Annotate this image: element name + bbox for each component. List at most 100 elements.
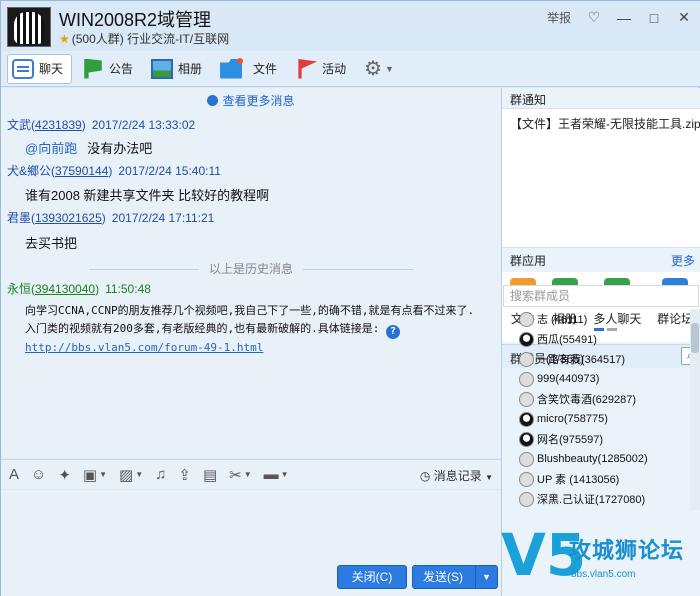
sender-name[interactable]: 君墨 [7, 211, 31, 225]
group-avatar[interactable] [7, 7, 51, 47]
present-icon[interactable]: ▤ [203, 466, 217, 484]
message-record-button[interactable]: ◷ 消息记录 ▼ [420, 467, 493, 484]
message-record-label: 消息记录 [433, 469, 482, 483]
mention[interactable]: @向前跑 [25, 141, 77, 156]
member-search-input[interactable]: 搜索群成员 [503, 285, 699, 307]
avatar [519, 351, 534, 367]
tab-album[interactable]: 相册 [147, 54, 210, 84]
tab-files[interactable]: 文件 [216, 54, 285, 84]
help-icon[interactable]: ? [385, 325, 400, 339]
gear-icon[interactable]: ⚙ [364, 56, 382, 81]
maximize-icon[interactable]: □ [647, 10, 661, 26]
avatar [519, 491, 534, 507]
new-dot-icon [237, 57, 244, 64]
sender-qq[interactable]: 394130040 [35, 282, 95, 296]
tab-activity[interactable]: 活动 [291, 54, 354, 84]
sender-name[interactable]: 永恒 [7, 282, 31, 296]
message-time: 2017/2/24 13:33:02 [91, 118, 196, 132]
font-icon[interactable]: A [9, 466, 19, 483]
watermark-logo: V5 攻城狮论坛 bbs.vlan5.com [499, 521, 700, 596]
list-item[interactable]: 含笑饮毒酒(629287) [501, 389, 691, 409]
message-time: 2017/2/24 17:11:21 [111, 211, 215, 225]
message-time: 11:50:48 [105, 282, 151, 296]
more-messages-link[interactable]: 查看更多消息 [1, 92, 501, 109]
message-text-line2-row: 入门类的视频就有200多套,有老版经典的,也有最新破解的.具体链接是: ? [25, 320, 495, 339]
message-header: 犬&鄉公(37590144) 2017/2/24 15:40:11 [7, 164, 221, 178]
list-item[interactable]: 999(440973) [501, 369, 691, 389]
list-item[interactable]: UP 素 (1413056) [501, 469, 691, 489]
list-item[interactable]: 深黑.己认证(1727080) [501, 489, 691, 509]
magic-wand-icon[interactable]: ✦ [58, 466, 71, 484]
scissors-icon[interactable]: ✂ ▼ [229, 466, 252, 484]
group-title: WIN2008R2域管理 [59, 10, 212, 30]
sender-qq[interactable]: 4231839 [35, 118, 82, 132]
list-item[interactable]: 志 (46111) [501, 309, 691, 329]
report-button[interactable]: 举报 [547, 9, 571, 26]
member-name: 西瓜(55491) [537, 334, 597, 346]
image-icon[interactable]: ▨ ▼ [119, 466, 143, 484]
tab-files-label: 文件 [253, 62, 278, 76]
message-text-line1: 向学习CCNA,CCNP的朋友推荐几个视频吧,我自己下了一些,的确不错,就是有点… [25, 304, 475, 317]
member-list[interactable]: 志 (46111) 西瓜(55491) 一路有我(364517) 999(440… [501, 309, 691, 510]
gift-box-icon[interactable]: ▣ ▼ [83, 466, 107, 484]
list-item[interactable]: micro(758775) [501, 409, 691, 429]
chat-bubble-icon [12, 58, 34, 79]
star-icon: ★ [59, 32, 70, 46]
clock-icon [207, 95, 219, 106]
member-name: 网名(975597) [537, 434, 604, 446]
input-toolbar: A ☺ ✦ ▣ ▼ ▨ ▼ ♫ ⇪ ▤ ✂ ▼ ▬ ▼ ◷ 消息记录 ▼ [1, 459, 501, 489]
group-subtitle: ★ (500人群) 行业交流-IT/互联网 [59, 30, 229, 47]
chevron-down-icon[interactable]: ▼ [385, 64, 394, 74]
group-subtitle-text: (500人群) 行业交流-IT/互联网 [71, 32, 230, 46]
notice-item[interactable]: 【文件】王者荣耀-无限技能工具.zip [510, 115, 700, 132]
avatar [519, 411, 534, 427]
message-header: 君墨(1393021625) 2017/2/24 17:11:21 [7, 211, 215, 225]
sender-qq[interactable]: 37590144 [55, 164, 108, 178]
event-flag-icon [295, 58, 318, 79]
member-list-scrollbar[interactable] [690, 309, 700, 510]
skin-icon[interactable]: ♡ [587, 9, 601, 26]
photo-icon [151, 58, 174, 79]
message-body: @向前跑 没有办法吧 [25, 138, 152, 157]
list-item[interactable]: 一路有我(364517) [501, 349, 691, 369]
message-body: 向学习CCNA,CCNP的朋友推荐几个视频吧,我自己下了一些,的确不错,就是有点… [25, 302, 495, 357]
clock-icon: ◷ [419, 469, 434, 483]
list-item[interactable]: Blushbeauty(1285002) [501, 449, 691, 469]
sender-qq[interactable]: 1393021625 [35, 211, 102, 225]
minimize-icon[interactable]: — [617, 10, 631, 26]
history-divider: 以上是历史消息 [1, 260, 501, 277]
watermark-text: 攻城狮论坛 [569, 538, 685, 563]
message-link[interactable]: http://bbs.vlan5.com/forum-49-1.html [25, 339, 495, 357]
close-icon[interactable]: ✕ [677, 9, 691, 26]
upload-icon[interactable]: ⇪ [178, 466, 191, 484]
window-controls: 举报 ♡ — □ ✕ [547, 9, 691, 26]
tab-notice-label: 公告 [109, 62, 134, 76]
notice-title: 群通知 [510, 93, 547, 107]
bell-icon[interactable]: ♫ [155, 466, 166, 483]
scrollbar-thumb[interactable] [691, 323, 699, 353]
chat-history[interactable]: 查看更多消息 文武(4231839) 2017/2/24 13:33:02 @向前… [1, 88, 501, 458]
tab-chat[interactable]: 聊天 [7, 53, 73, 84]
member-name: 一路有我(364517) [537, 354, 626, 366]
avatar [519, 471, 534, 487]
send-options-chevron-icon[interactable]: ▼ [475, 566, 497, 588]
sender-name[interactable]: 犬&鄉公 [7, 164, 51, 178]
tab-album-label: 相册 [178, 62, 203, 76]
list-item[interactable]: 网名(975597) [501, 429, 691, 449]
member-name: 999(440973) [537, 373, 600, 385]
close-button[interactable]: 关闭(C) [337, 565, 407, 589]
list-item[interactable]: 西瓜(55491) [501, 329, 691, 349]
qq-group-window: WIN2008R2域管理 ★ (500人群) 行业交流-IT/互联网 举报 ♡ —… [0, 0, 700, 596]
tab-notice[interactable]: 公告 [78, 54, 141, 84]
member-name: micro(758775) [537, 413, 608, 425]
tab-chat-label: 聊天 [39, 62, 64, 76]
message-body: 去买书把 [25, 236, 78, 251]
apps-more-link[interactable]: 更多 [671, 252, 695, 269]
send-button[interactable]: 发送(S) ▼ [412, 565, 498, 589]
more-tools-icon[interactable]: ▬ ▼ [264, 466, 289, 483]
message-body: 谁有2008 新建共享文件夹 比较好的教程啊 [25, 188, 270, 203]
message-text-line2: 入门类的视频就有200多套,有老版经典的,也有最新破解的.具体链接是: [25, 322, 380, 335]
emoji-icon[interactable]: ☺ [31, 466, 46, 483]
flag-icon [84, 58, 102, 79]
sender-name[interactable]: 文武 [7, 118, 31, 132]
